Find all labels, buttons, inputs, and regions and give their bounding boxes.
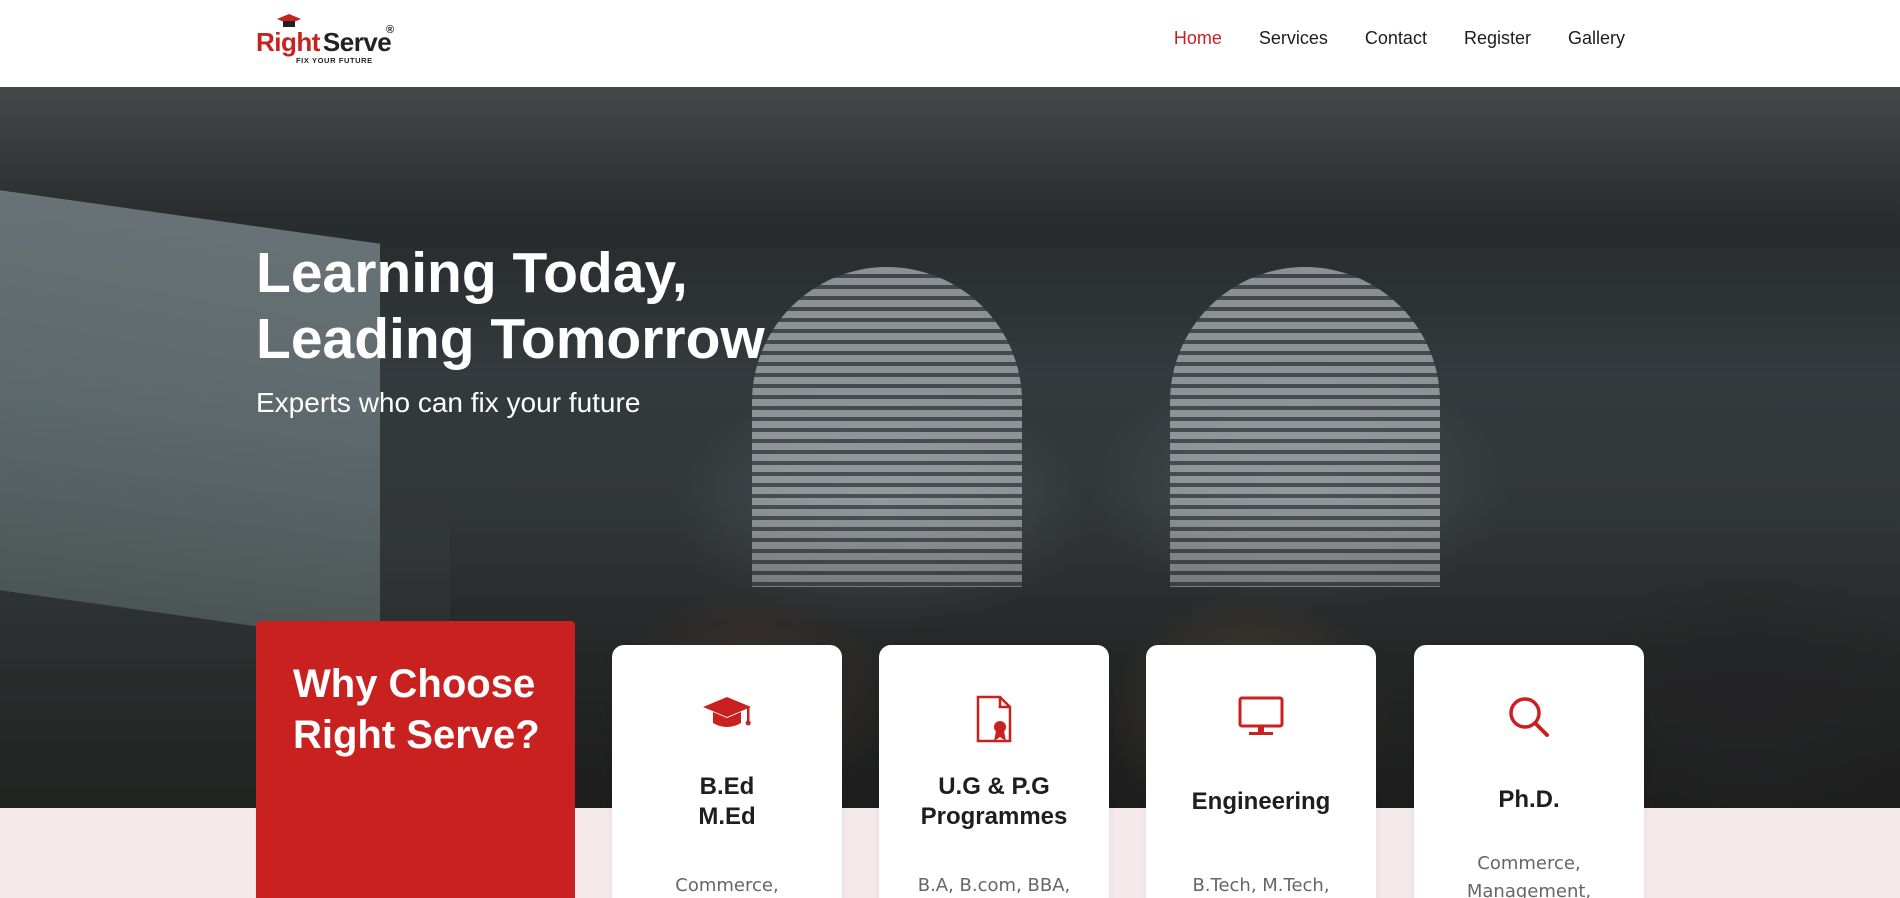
search-icon bbox=[1509, 697, 1549, 737]
graduation-cap-icon bbox=[703, 697, 751, 727]
why-choose-title: Why Choose Right Serve? bbox=[293, 662, 540, 757]
main-nav: Home Services Contact Register Gallery bbox=[1174, 0, 1625, 76]
logo-word-serve: Serve bbox=[322, 27, 392, 57]
brand-logo[interactable]: Right Serve ® FIX YOUR FUTURE bbox=[256, 14, 406, 70]
monitor-icon bbox=[1238, 696, 1284, 735]
logo-word-right: Right bbox=[256, 27, 320, 57]
hero-subtitle: Experts who can fix your future bbox=[256, 387, 641, 418]
course-card-phd[interactable]: Ph.D. Commerce, Management, bbox=[1414, 645, 1644, 898]
nav-item-register[interactable]: Register bbox=[1464, 28, 1531, 49]
hero-title: Learning Today, Leading Tomorrow bbox=[256, 240, 956, 372]
card-title: Engineering bbox=[1191, 788, 1331, 815]
hero-title-line1: Learning Today, bbox=[256, 241, 688, 305]
nav-item-gallery[interactable]: Gallery bbox=[1568, 28, 1625, 49]
certificate-icon bbox=[976, 695, 1012, 743]
card-title: U.G & P.G Programmes bbox=[920, 773, 1068, 830]
site-header: Right Serve ® FIX YOUR FUTURE Home Servic… bbox=[0, 0, 1900, 87]
course-card-ug-pg[interactable]: U.G & P.G Programmes B.A, B.com, BBA, bbox=[879, 645, 1109, 898]
card-description: Commerce, Management, bbox=[1466, 853, 1592, 898]
nav-item-contact[interactable]: Contact bbox=[1365, 28, 1427, 49]
card-description: B.A, B.com, BBA, bbox=[917, 875, 1071, 896]
nav-item-services[interactable]: Services bbox=[1259, 28, 1328, 49]
card-description: B.Tech, M.Tech, bbox=[1192, 875, 1330, 896]
logo-wordmark: Right Serve bbox=[256, 27, 392, 57]
logo-tagline: FIX YOUR FUTURE bbox=[296, 56, 373, 65]
course-card-engineering[interactable]: Engineering B.Tech, M.Tech, bbox=[1146, 645, 1376, 898]
card-title: B.Ed M.Ed bbox=[698, 773, 756, 830]
why-choose-box: Why Choose Right Serve? bbox=[256, 621, 575, 898]
hero-title-line2: Leading Tomorrow bbox=[256, 307, 765, 371]
course-card-bed-med[interactable]: B.Ed M.Ed Commerce, bbox=[612, 645, 842, 898]
card-description: Commerce, bbox=[675, 875, 779, 896]
card-title: Ph.D. bbox=[1498, 786, 1560, 813]
nav-item-home[interactable]: Home bbox=[1174, 28, 1222, 49]
logo-registered-mark: ® bbox=[386, 24, 395, 36]
